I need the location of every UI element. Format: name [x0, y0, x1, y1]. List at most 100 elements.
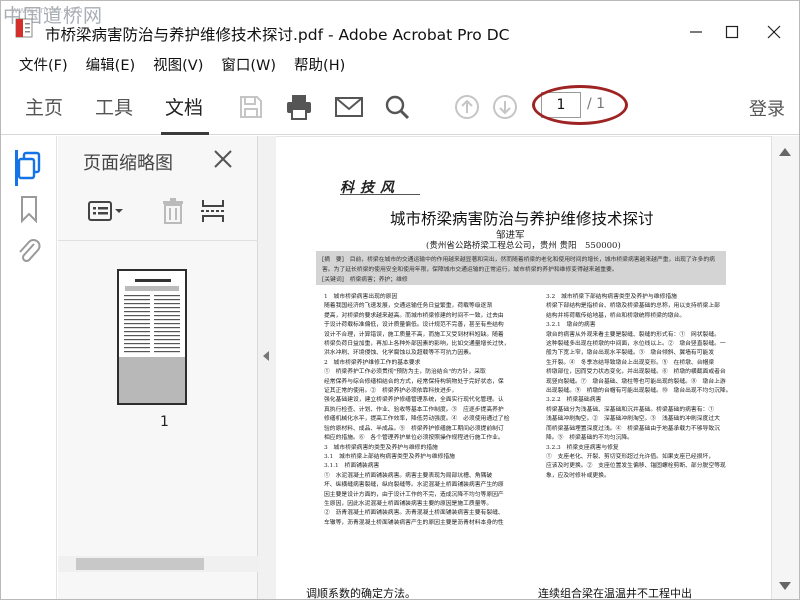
text-line: 修缮机械化水平，提高工作效率，降低劳动强度。④ 必须使用通过了检 — [324, 416, 510, 423]
tab-document[interactable]: 文档 — [165, 93, 203, 120]
bookmark-icon — [21, 196, 37, 223]
insert-pages-button[interactable] — [198, 196, 228, 226]
minimize-button[interactable] — [681, 17, 711, 47]
text-line: 洪水冲刷、环境侵蚀、化学腐蚀以及超载等不可抗力因素。 — [324, 350, 475, 357]
save-button[interactable] — [235, 91, 267, 123]
menu-bar: 文件(F) 编辑(E) 视图(V) 窗口(W) 帮助(H) — [1, 51, 799, 77]
panel-divider — [58, 240, 258, 241]
search-button[interactable] — [381, 91, 413, 123]
text-line: 象，应及时修补或更换。 — [546, 472, 610, 479]
text-line: 提高，对桥梁的要求越来越高。而城市桥梁修建的时间不一致，过去由 — [324, 312, 504, 319]
text-line: 车辙等，沥青混凝土桥面铺装病害产生的原因主要是沥青材料本身的性 — [324, 519, 504, 526]
close-panel-button[interactable] — [210, 146, 236, 172]
menu-help[interactable]: 帮助(H) — [294, 54, 345, 75]
tab-tools[interactable]: 工具 — [95, 93, 133, 120]
text-line: 经常保养与综合修缮相结合的方式，经常保持构筑物处于完好状态，保 — [324, 378, 504, 385]
text-line: 生开裂。④ 冬季冻结导致墩台上出现变形。⑤ 在桥墩、台帽梁 — [546, 359, 715, 366]
text-line: 桥梁负荷日益加重，再加上各种外部因素的影响，比如交通量增长过快， — [324, 341, 510, 348]
text-line: 桥梁基础分为浅基础、深基础和沉井基础。桥梁基础的病害有：① — [546, 406, 715, 413]
text-line: 随着我国经济的飞速发展，交通运输任务日益繁重，荷载等级逐渐 — [324, 303, 493, 310]
text-line: 相应的措施。⑥ 各个管理养护单位必须按照操作规程进行施工作业。 — [324, 435, 504, 442]
page-thumbnail[interactable] — [117, 269, 187, 405]
up-arrow-circle-icon — [455, 95, 479, 119]
text-line: 3.2.1 墩台的病害 — [546, 322, 596, 329]
previous-page-button[interactable] — [451, 91, 483, 123]
text-line: 桥墩部位，因而受力状态变化，并出现裂缝。⑥ 桥墩的横截面或者台 — [546, 369, 726, 376]
left-rail — [1, 136, 57, 599]
thumbnail-options-button[interactable] — [86, 196, 126, 226]
thumbnail-options-icon — [88, 201, 123, 221]
maximize-icon — [725, 25, 739, 39]
document-title: 城市桥梁病害防治与养护维修技术探讨 — [390, 210, 654, 228]
text-line: 3 城市桥梁病害的类型及养护与维修的措施 — [324, 444, 438, 451]
active-tab-indicator — [161, 132, 209, 135]
document-affiliation: (贵州省公路桥梁工程总公司，贵州 贵阳 550000) — [426, 241, 621, 251]
bookmarks-button[interactable] — [15, 194, 43, 224]
thumbnails-panel: 页面缩略图 1 — [58, 136, 258, 599]
tab-home[interactable]: 主页 — [25, 93, 63, 120]
menu-view[interactable]: 视图(V) — [153, 54, 203, 75]
paperclip-icon — [19, 239, 41, 263]
panel-title: 页面缩略图 — [83, 153, 173, 174]
close-window-button[interactable] — [759, 17, 789, 47]
text-line: 3.2 城市桥梁下部结构病害类型及养护与维修措施 — [546, 294, 677, 300]
text-line: 桥梁下部结构是指桥台、桥墩及桥梁基础的总称，用以支持桥梁上部 — [546, 303, 720, 310]
scroll-up-button[interactable] — [774, 141, 796, 163]
text-line: 验的原材料、成品、半成品。⑤ 桥梁养护修缮施工期间必须提前制订 — [324, 425, 504, 432]
text-line: 出现裂缝。⑨ 桥墩的台帽有可能出现裂缝。⑩ 墩台出现不均匀沉降。 — [546, 388, 732, 395]
text-line: 3.2.2 桥梁基础病害 — [546, 397, 602, 404]
insert-pages-icon — [201, 200, 225, 222]
search-icon — [385, 95, 410, 120]
menu-window[interactable]: 窗口(W) — [221, 54, 276, 75]
down-arrow-circle-icon — [493, 95, 517, 119]
text-line: 3.2.3 桥梁支座病害与修复 — [546, 444, 619, 451]
panel-scrollbar-thumb[interactable] — [76, 558, 204, 570]
text-line: 现竖向裂缝。⑦ 墩台基础、墩柱等也可能出现的裂缝。⑧ 墩台上游 — [546, 378, 726, 385]
menu-edit[interactable]: 编辑(E) — [86, 54, 135, 75]
next-page-button[interactable] — [489, 91, 521, 123]
annotation-ellipse — [532, 85, 628, 125]
attachments-button[interactable] — [15, 236, 43, 266]
text-line: 真执行检查、计划、作业、验收等基本工作制度。③ 应逐步提高养护 — [324, 406, 504, 413]
main-toolbar: 主页 工具 文档 — [1, 79, 799, 135]
email-button[interactable] — [333, 91, 365, 123]
document-vertical-scrollbar[interactable] — [771, 136, 799, 599]
text-line: 3.1 城市桥梁上部结构病害类型及养护与维修措施 — [324, 453, 455, 460]
close-icon — [214, 150, 232, 168]
acrobat-pdf-icon — [15, 18, 33, 38]
text-line: ② 沥青混凝土桥面铺装病害。沥青混凝土桥面铺装病害主要有裂缝、 — [324, 510, 504, 517]
abstract-line: [摘 要] 目前，桥梁在城市的交通运输中的作用越来越显著和突出，然而随着桥梁的老… — [322, 257, 715, 263]
text-line: 应该及时更换。② 支座位置发生偏移、锚固螺栓剪断、部分脱空等现 — [546, 463, 726, 470]
page-thumbnails-button[interactable] — [15, 151, 43, 181]
menu-file[interactable]: 文件(F) — [19, 54, 68, 75]
text-line: 浅基础冲刷掏空。② 深基础冲刷淘空。③ 浅基础的冲刷深度过大 — [546, 416, 720, 423]
text-line: 般为下宽上窄，墩台出现水平裂缝。③ 墩台倾斜、翼墙有可能发 — [546, 350, 715, 357]
text-line: 结构并将荷载传给地基，桥台和桥墩统称桥梁的墩台。 — [546, 312, 686, 319]
window-title: 市桥梁病害防治与养护维修技术探讨.pdf - Adobe Acrobat Pro… — [45, 26, 510, 44]
chevron-up-icon — [779, 148, 791, 156]
left-text-column: 1 城市桥梁病害出现的原因 随着我国经济的飞速发展，交通运输任务日益繁重，荷载等… — [324, 293, 510, 528]
delete-pages-button[interactable] — [158, 196, 188, 226]
print-icon — [287, 95, 311, 120]
bottom-text-right: 连续组合梁在温温井不工程中出 — [538, 587, 692, 600]
text-line: ① 水泥混凝土桥面铺装病害。病害主要表现为局部坑槽、角隅破 — [324, 472, 493, 479]
text-line: 而桥梁基础埋置深度过浅。④ 桥梁基础由于地基承载力不够导致沉 — [546, 425, 720, 432]
text-line: 3.1.1 桥面铺装病害 — [324, 463, 380, 470]
text-line: 降。⑤ 桥梁基础的不均匀沉降。 — [546, 435, 633, 442]
thumbnail-view-overlay — [119, 357, 185, 403]
keywords-line: [关键词] 桥梁病害；养护；维修 — [322, 277, 408, 283]
text-line: 因主要是设计方面的，由于设计工作的不完，造成沉降不均匀等原因产 — [324, 491, 504, 498]
right-text-column: 3.2 城市桥梁下部结构病害类型及养护与维修措施 桥梁下部结构是指桥台、桥墩及桥… — [546, 293, 732, 481]
minimize-icon — [690, 31, 702, 33]
login-button[interactable]: 登录 — [749, 95, 785, 121]
scroll-down-button[interactable] — [774, 575, 796, 597]
pdf-page: 科技风 城市桥梁病害防治与养护维修技术探讨 邹进军 (贵州省公路桥梁工程总公司，… — [276, 137, 771, 600]
collapse-panel-arrow-icon[interactable] — [263, 351, 269, 361]
trash-icon — [163, 198, 183, 224]
panel-splitter[interactable] — [258, 136, 276, 599]
text-line: 设计不合理，计算错误，施工质量不高，而施工又受到材料短缺。随着 — [324, 331, 504, 338]
print-button[interactable] — [283, 91, 315, 123]
text-line: ① 支座老化、开裂、剪切变形超过允许值。如果支座已经损坏， — [546, 453, 715, 460]
maximize-button[interactable] — [717, 17, 747, 47]
abstract-box: [摘 要] 目前，桥梁在城市的交通运输中的作用越来越显著和突出，然而随着桥梁的老… — [316, 251, 726, 285]
